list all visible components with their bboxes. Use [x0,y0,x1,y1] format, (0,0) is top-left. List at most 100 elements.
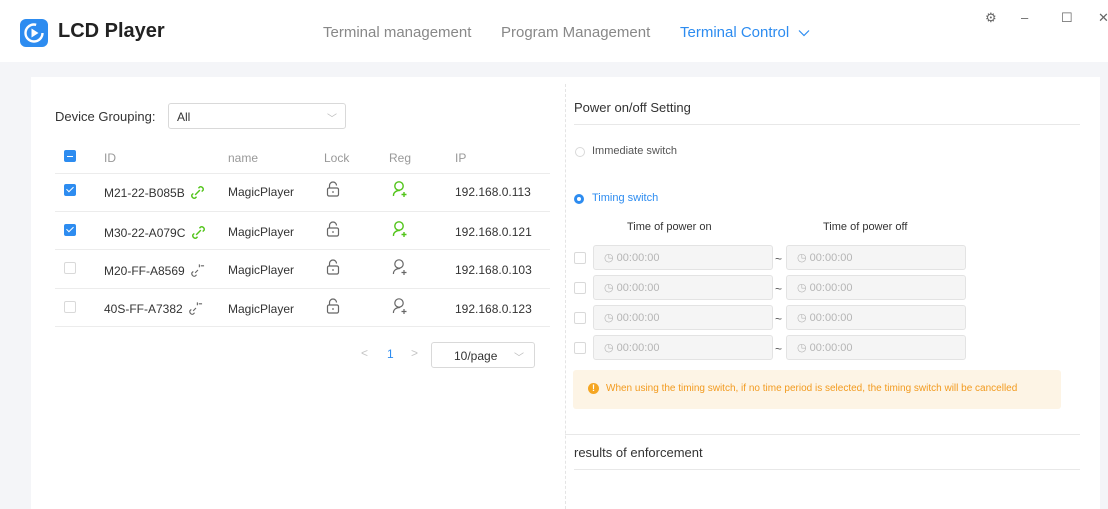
power-setting-title: Power on/off Setting [574,100,691,115]
nav-terminal-control-label: Terminal Control [680,24,790,41]
device-id[interactable]: M30-22-A079C [104,225,206,240]
period-checkbox[interactable] [574,342,586,354]
power-off-time: 00:00:00 [809,342,853,354]
power-on-time-picker[interactable]: ◷ 00:00:00 [593,275,773,300]
clock-icon: ◷ [604,312,614,324]
section-divider [574,124,1080,125]
unlink-icon [189,302,203,315]
device-ip: 192.168.0.121 [455,225,532,239]
link-icon [191,186,204,199]
power-on-time: 00:00:00 [616,282,660,294]
maximize-icon[interactable]: ☐ [1061,10,1073,26]
power-on-time: 00:00:00 [616,252,660,264]
device-name: MagicPlayer [228,185,295,199]
chevron-down-icon [798,30,810,37]
clock-icon: ◷ [604,252,614,264]
row-checkbox[interactable] [64,301,76,313]
device-id[interactable]: M21-22-B085B [104,185,205,200]
timing-switch-label[interactable]: Timing switch [592,192,658,204]
device-name: MagicPlayer [228,263,295,277]
row-checkbox[interactable] [64,262,76,274]
immediate-switch-label[interactable]: Immediate switch [592,145,677,157]
link-icon [191,226,205,239]
next-page-button[interactable]: > [411,346,418,360]
device-id[interactable]: 40S-FF-A7382 [104,301,203,316]
clock-icon: ◷ [797,282,807,294]
power-on-time-picker[interactable]: ◷ 00:00:00 [593,335,773,360]
device-id-text: M30-22-A079C [104,226,186,240]
power-off-time-picker[interactable]: ◷ 00:00:00 [786,275,966,300]
table-divider [55,326,550,327]
device-name: MagicPlayer [228,225,295,239]
power-off-time: 00:00:00 [809,252,853,264]
timing-notice: ! When using the timing switch, if no ti… [573,370,1061,409]
power-on-time-picker[interactable]: ◷ 00:00:00 [593,305,773,330]
range-separator: ~ [775,312,783,326]
row-checkbox[interactable] [64,184,76,196]
select-all-checkbox[interactable] [64,150,76,162]
device-grouping-value: All [177,110,191,124]
device-id-text: 40S-FF-A7382 [104,302,183,316]
prev-page-button[interactable]: < [361,346,368,360]
device-name: MagicPlayer [228,302,295,316]
section-divider [565,434,1080,435]
column-header-ip: IP [455,151,467,165]
device-id-text: M20-FF-A8569 [104,264,185,278]
nav-terminal-management[interactable]: Terminal management [323,24,471,41]
timing-notice-text: When using the timing switch, if no time… [606,383,1018,394]
nav-program-management[interactable]: Program Management [501,24,650,41]
unregistered-user-icon [392,298,407,314]
unlink-icon [191,264,205,277]
chevron-down-icon: ﹀ [327,114,337,125]
clock-icon: ◷ [797,252,807,264]
power-off-time: 00:00:00 [809,312,853,324]
period-checkbox[interactable] [574,282,586,294]
registered-user-icon [392,221,407,237]
period-checkbox[interactable] [574,312,586,324]
power-off-time-picker[interactable]: ◷ 00:00:00 [786,305,966,330]
title-bar: LCD Player Terminal management Program M… [0,0,1108,62]
device-grouping-label: Device Grouping: [55,109,156,124]
power-on-time: 00:00:00 [616,312,660,324]
column-header-id: ID [104,151,116,165]
timing-switch-radio[interactable] [574,194,584,204]
close-icon[interactable]: ✕ [1098,10,1108,26]
unlock-icon[interactable] [326,181,340,197]
results-title: results of enforcement [574,445,703,460]
page-1-button[interactable]: 1 [387,347,394,361]
range-separator: ~ [775,282,783,296]
column-header-name: name [228,151,259,165]
row-checkbox[interactable] [64,224,76,236]
power-off-time-picker[interactable]: ◷ 00:00:00 [786,245,966,270]
power-on-time: 00:00:00 [616,342,660,354]
panel-divider [565,84,567,509]
power-off-time: 00:00:00 [809,282,853,294]
column-header-reg: Reg [389,151,412,165]
column-header-lock: Lock [324,151,350,165]
power-on-time-picker[interactable]: ◷ 00:00:00 [593,245,773,270]
period-checkbox[interactable] [574,252,586,264]
table-divider [55,173,550,174]
minimize-icon[interactable]: – [1021,10,1028,25]
unlock-icon[interactable] [326,259,340,275]
nav-terminal-control[interactable]: Terminal Control [680,24,810,41]
device-ip: 192.168.0.103 [455,263,532,277]
device-id[interactable]: M20-FF-A8569 [104,263,205,278]
device-grouping-select[interactable]: All ﹀ [168,103,346,129]
device-id-text: M21-22-B085B [104,186,185,200]
immediate-switch-radio[interactable] [575,147,585,157]
range-separator: ~ [775,342,783,356]
table-divider [55,211,550,212]
app-title: LCD Player [58,20,165,42]
unlock-icon[interactable] [326,221,340,237]
power-off-time-picker[interactable]: ◷ 00:00:00 [786,335,966,360]
unlock-icon[interactable] [326,298,340,314]
page-size-value: 10/page [454,349,498,363]
clock-icon: ◷ [797,312,807,324]
clock-icon: ◷ [604,282,614,294]
page-size-select[interactable]: 10/page ﹀ [431,342,535,368]
table-divider [55,288,550,289]
settings-icon[interactable]: ⚙ [985,10,997,26]
registered-user-icon [392,181,407,197]
chevron-down-icon: ﹀ [514,353,524,364]
